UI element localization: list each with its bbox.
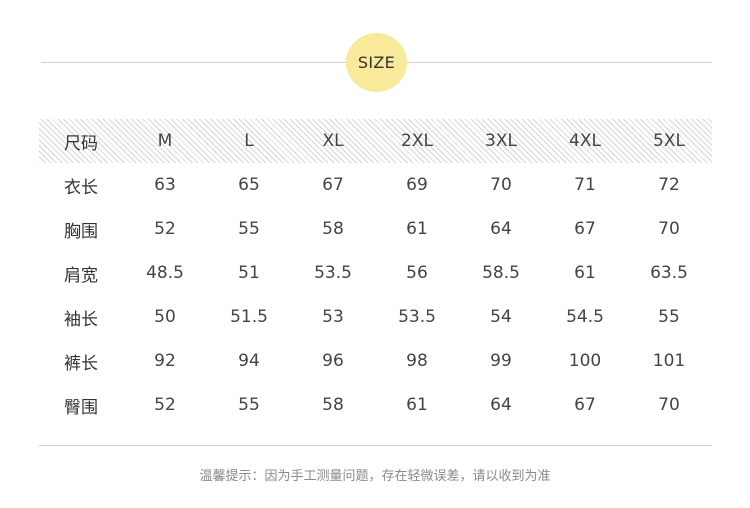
table-cell: 96 [322,351,344,371]
table-cell: 71 [574,175,596,195]
table-cell: 54.5 [566,307,604,327]
top-divider-right [407,62,712,63]
table-cell: 63.5 [650,263,688,283]
table-cell: 63 [154,175,176,195]
table-cell: 64 [490,219,512,239]
table-cell: 54 [490,307,512,327]
top-divider-left [41,62,346,63]
table-cell: 67 [574,395,596,415]
table-cell: 51.5 [230,307,268,327]
table-cell: 55 [238,395,260,415]
table-cell: 48.5 [146,263,184,283]
header-size-m: M [157,131,173,151]
table-cell: 52 [154,219,176,239]
table-cell: 58 [322,395,344,415]
table-cell: 100 [568,351,602,371]
table-cell: 99 [490,351,512,371]
table-cell: 67 [574,219,596,239]
table-cell: 61 [574,263,596,283]
table-cell: 98 [406,351,428,371]
row-label: 衣长 [64,177,98,198]
table-cell: 53 [322,307,344,327]
table-cell: 51 [238,263,260,283]
table-cell: 56 [406,263,428,283]
size-table: 尺码 M L XL 2XL 3XL 4XL 5XL 衣长 63 65 67 69… [39,119,712,427]
size-badge: SIZE [346,33,407,92]
table-cell: 94 [238,351,260,371]
table-cell: 52 [154,395,176,415]
table-cell: 58.5 [482,263,520,283]
header-size-5xl: 5XL [653,131,685,151]
table-cell: 92 [154,351,176,371]
table-row-sleeve: 袖长 50 51.5 53 53.5 54 54.5 55 [39,295,712,339]
bottom-divider [39,445,712,446]
header-size-xl: XL [322,131,344,151]
row-label: 裤长 [64,353,98,374]
header-size-4xl: 4XL [569,131,601,151]
table-cell: 55 [658,307,680,327]
table-cell: 64 [490,395,512,415]
row-label: 胸围 [64,221,98,242]
table-row-hip: 臀围 52 55 58 61 64 67 70 [39,383,712,427]
table-header-row: 尺码 M L XL 2XL 3XL 4XL 5XL [39,119,712,163]
header-size-2xl: 2XL [401,131,433,151]
table-cell: 72 [658,175,680,195]
table-cell: 50 [154,307,176,327]
table-row-chest: 胸围 52 55 58 61 64 67 70 [39,207,712,251]
header-size-label: 尺码 [64,133,98,154]
table-cell: 53.5 [314,263,352,283]
table-cell: 61 [406,219,428,239]
header-size-l: L [244,131,254,151]
row-label: 臀围 [64,397,98,418]
measurement-note: 温馨提示：因为手工测量问题，存在轻微误差，请以收到为准 [199,469,551,484]
table-cell: 67 [322,175,344,195]
table-cell: 101 [652,351,686,371]
table-cell: 61 [406,395,428,415]
size-badge-label: SIZE [357,53,396,72]
table-row-shoulder: 肩宽 48.5 51 53.5 56 58.5 61 63.5 [39,251,712,295]
table-cell: 69 [406,175,428,195]
table-row-pants-length: 裤长 92 94 96 98 99 100 101 [39,339,712,383]
table-cell: 70 [490,175,512,195]
row-label: 肩宽 [64,265,98,286]
table-cell: 58 [322,219,344,239]
table-cell: 53.5 [398,307,436,327]
table-row-length: 衣长 63 65 67 69 70 71 72 [39,163,712,207]
header-size-3xl: 3XL [485,131,517,151]
table-cell: 70 [658,395,680,415]
table-cell: 70 [658,219,680,239]
table-cell: 55 [238,219,260,239]
table-cell: 65 [238,175,260,195]
row-label: 袖长 [64,309,98,330]
